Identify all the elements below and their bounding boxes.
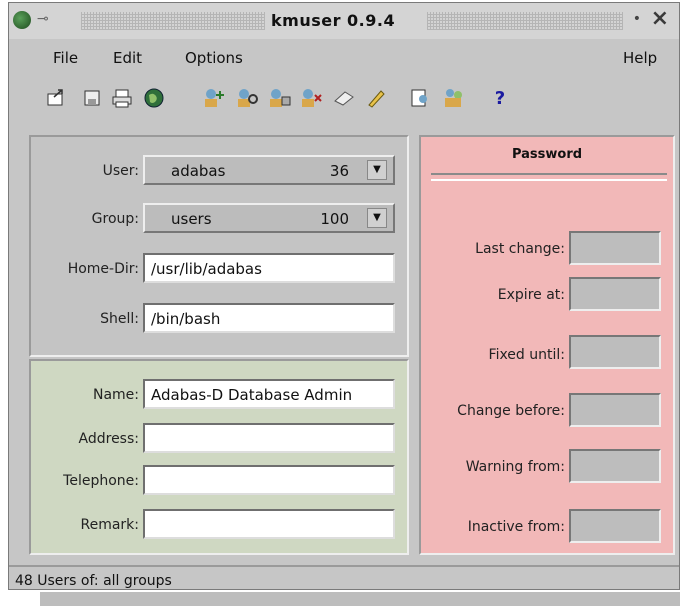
app-icon[interactable] — [13, 11, 31, 29]
telephone-field[interactable] — [143, 465, 395, 495]
status-text: 48 Users of: all groups — [15, 573, 172, 589]
close-icon[interactable]: × — [651, 6, 669, 31]
name-label: Name: — [92, 387, 139, 403]
home-dir-label: Home-Dir: — [67, 261, 139, 277]
address-field[interactable] — [143, 423, 395, 453]
delete-user-icon[interactable] — [299, 85, 325, 111]
expire-at-label: Expire at: — [497, 287, 565, 303]
remark-label: Remark: — [80, 517, 139, 533]
remark-field[interactable] — [143, 509, 395, 539]
toolbar: ? — [9, 79, 679, 119]
name-field[interactable]: Adabas-D Database Admin — [143, 379, 395, 409]
pencil-icon[interactable] — [363, 85, 389, 111]
user-panel: User: adabas 36 ▼ Group: users 100 ▼ Hom… — [29, 135, 409, 357]
menu-help[interactable]: Help — [623, 49, 657, 67]
user-combo[interactable]: adabas 36 ▼ — [143, 155, 395, 185]
inactive-from-label: Inactive from: — [467, 519, 565, 535]
pin-icon[interactable]: ⊸ — [37, 11, 49, 27]
menu-options[interactable]: Options — [185, 49, 243, 67]
window-title: kmuser 0.9.4 — [271, 11, 396, 30]
eraser-icon[interactable] — [331, 85, 357, 111]
globe-icon[interactable] — [141, 85, 167, 111]
search-user-icon[interactable] — [235, 85, 261, 111]
menu-edit[interactable]: Edit — [113, 49, 142, 67]
minimize-icon[interactable]: • — [633, 11, 641, 27]
change-before-label: Change before: — [457, 403, 565, 419]
password-separator — [431, 173, 667, 181]
menu-file[interactable]: File — [53, 49, 78, 67]
status-bar: 48 Users of: all groups — [9, 565, 679, 591]
password-panel: Password Last change: Expire at: Fixed u… — [419, 135, 675, 555]
open-icon[interactable] — [43, 85, 69, 111]
fixed-until-field[interactable] — [569, 335, 661, 369]
title-grip — [81, 12, 265, 30]
last-change-field[interactable] — [569, 231, 661, 265]
add-user-icon[interactable] — [201, 85, 227, 111]
user-value: adabas — [171, 162, 226, 180]
group-label: Group: — [91, 211, 139, 227]
user-label: User: — [102, 163, 139, 179]
group-id: 100 — [320, 210, 349, 228]
group-document-icon[interactable] — [407, 85, 433, 111]
home-dir-field[interactable]: /usr/lib/adabas — [143, 253, 395, 283]
warning-from-label: Warning from: — [465, 459, 565, 475]
user-id: 36 — [329, 162, 349, 180]
title-grip — [427, 12, 623, 30]
title-bar[interactable]: ⊸ kmuser 0.9.4 • × — [9, 3, 679, 39]
help-icon[interactable]: ? — [487, 85, 513, 111]
expire-at-field[interactable] — [569, 277, 661, 311]
address-label: Address: — [78, 431, 139, 447]
change-before-field[interactable] — [569, 393, 661, 427]
group-combo[interactable]: users 100 ▼ — [143, 203, 395, 233]
chevron-down-icon[interactable]: ▼ — [367, 208, 387, 228]
password-title: Password — [511, 147, 583, 162]
fixed-until-label: Fixed until: — [488, 347, 565, 363]
shell-field[interactable]: /bin/bash — [143, 303, 395, 333]
menu-bar: File Edit Options Help — [9, 43, 679, 73]
group-users-icon[interactable] — [441, 85, 467, 111]
chevron-down-icon[interactable]: ▼ — [367, 160, 387, 180]
telephone-label: Telephone: — [63, 473, 139, 489]
window-shadow — [40, 592, 680, 606]
personal-info-panel: Name: Adabas-D Database Admin Address: T… — [29, 359, 409, 555]
last-change-label: Last change: — [475, 241, 565, 257]
save-icon[interactable] — [79, 85, 105, 111]
edit-user-icon[interactable] — [267, 85, 293, 111]
print-icon[interactable] — [109, 85, 135, 111]
kmuser-window: ⊸ kmuser 0.9.4 • × File Edit Options Hel… — [8, 2, 680, 590]
shell-label: Shell: — [100, 311, 139, 327]
inactive-from-field[interactable] — [569, 509, 661, 543]
group-value: users — [171, 210, 212, 228]
warning-from-field[interactable] — [569, 449, 661, 483]
